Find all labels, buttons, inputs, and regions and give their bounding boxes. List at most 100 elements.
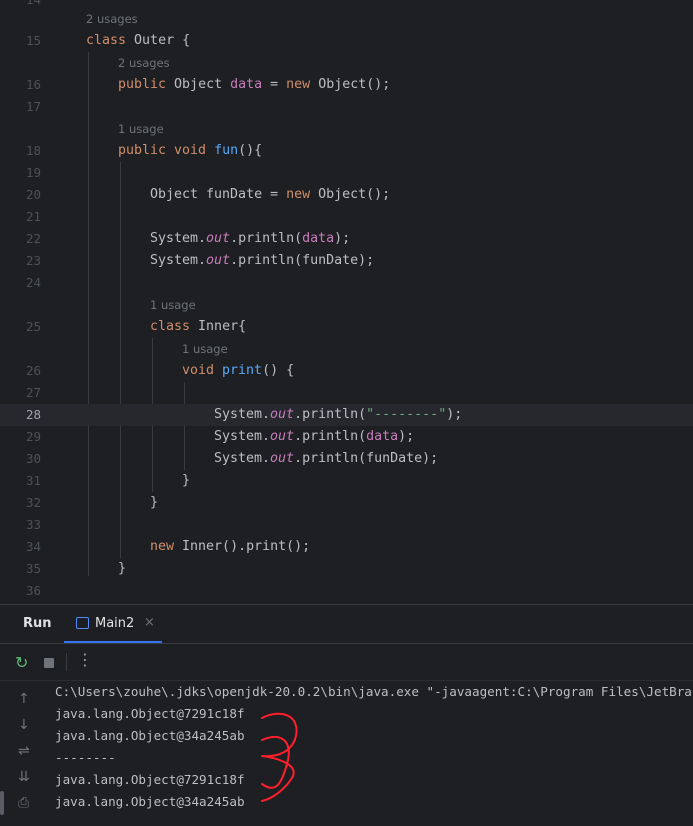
code-line[interactable]: 16 public Object data = new Object(); bbox=[0, 74, 693, 96]
code-token: System. bbox=[214, 451, 271, 466]
code-line[interactable]: 25 class Inner{ bbox=[0, 316, 693, 338]
code-token: new bbox=[286, 77, 319, 92]
line-number: 17 bbox=[25, 99, 41, 114]
code-line[interactable]: 24 bbox=[0, 272, 693, 294]
code-token: fun bbox=[214, 143, 239, 158]
code-token: Object funDate = bbox=[150, 187, 287, 202]
rerun-icon[interactable]: ↻ bbox=[15, 653, 28, 672]
code-line[interactable]: 27 bbox=[0, 382, 693, 404]
code-text: System.out.println(data); bbox=[214, 426, 414, 448]
line-number: 19 bbox=[25, 165, 41, 180]
code-text: } bbox=[182, 470, 190, 492]
code-token: class bbox=[150, 319, 199, 334]
line-number: 32 bbox=[25, 495, 41, 510]
code-token: ); bbox=[398, 429, 415, 444]
code-line[interactable]: 33 bbox=[0, 514, 693, 536]
line-number: 30 bbox=[25, 451, 41, 466]
toolbar-divider bbox=[66, 653, 67, 671]
stop-icon[interactable] bbox=[44, 658, 54, 668]
line-number: 35 bbox=[25, 561, 41, 576]
run-config-icon bbox=[76, 617, 89, 629]
console-output[interactable]: C:\Users\zouhe\.jdks\openjdk-20.0.2\bin\… bbox=[55, 681, 693, 826]
code-line[interactable]: 22 System.out.println(data); bbox=[0, 228, 693, 250]
code-token: (){ bbox=[238, 143, 263, 158]
code-text: public Object data = new Object(); bbox=[118, 74, 390, 96]
code-line[interactable]: 32} bbox=[0, 492, 693, 514]
code-text: System.out.println(data); bbox=[150, 228, 350, 250]
line-number: 31 bbox=[25, 473, 41, 488]
code-text: } bbox=[118, 558, 126, 580]
code-token: out bbox=[206, 231, 231, 246]
code-token: class bbox=[86, 33, 135, 48]
code-line[interactable]: 20 Object funDate = new Object(); bbox=[0, 184, 693, 206]
soft-wrap-icon[interactable]: ⇌ bbox=[18, 743, 30, 759]
code-token: ); bbox=[446, 407, 463, 422]
code-token: } bbox=[150, 495, 159, 510]
usage-hint[interactable]: 1 usage bbox=[182, 338, 228, 360]
code-text: class Outer { bbox=[86, 30, 190, 52]
code-line[interactable]: 30 System.out.println(funDate); bbox=[0, 448, 693, 470]
code-token: .println(funDate); bbox=[230, 253, 375, 268]
line-number: 15 bbox=[25, 33, 41, 48]
run-panel-title: Run bbox=[23, 616, 52, 631]
code-text: System.out.println("--------"); bbox=[214, 404, 462, 426]
scroll-down-icon[interactable]: ↓ bbox=[18, 717, 30, 733]
close-tab-icon[interactable]: × bbox=[144, 615, 155, 630]
run-tool-window: Run Main2 × ↻ ⋮ ↑ ↓ ⇌ ⇊ ⎙ C:\Users\zouhe… bbox=[0, 604, 693, 826]
line-number: 29 bbox=[25, 429, 41, 444]
code-token: .println( bbox=[294, 407, 367, 422]
code-token: new bbox=[286, 187, 319, 202]
code-line[interactable]: 35} bbox=[0, 558, 693, 580]
line-number: 27 bbox=[25, 385, 41, 400]
more-options-icon[interactable]: ⋮ bbox=[77, 650, 93, 669]
code-line[interactable]: 17 bbox=[0, 96, 693, 118]
code-token: data bbox=[230, 77, 263, 92]
code-line[interactable]: 15 class Outer { bbox=[0, 30, 693, 52]
usage-hint[interactable]: 1 usage bbox=[150, 294, 196, 316]
code-token: Object(); bbox=[318, 77, 391, 92]
code-token: void bbox=[182, 363, 223, 378]
usage-hint[interactable]: 2 usages bbox=[118, 52, 170, 74]
code-line[interactable]: 28 System.out.println("--------"); bbox=[0, 404, 693, 426]
console-line: java.lang.Object@7291c18f bbox=[55, 706, 245, 721]
code-line[interactable]: 19 bbox=[0, 162, 693, 184]
scroll-up-icon[interactable]: ↑ bbox=[18, 691, 30, 707]
code-line[interactable]: 34 new Inner().print(); bbox=[0, 536, 693, 558]
tab-label: Main2 bbox=[95, 616, 135, 631]
run-toolbar: ↻ ⋮ bbox=[0, 644, 693, 681]
code-text: void print() { bbox=[182, 360, 294, 382]
line-number: 21 bbox=[25, 209, 41, 224]
code-text: public void fun(){ bbox=[118, 140, 262, 162]
run-header: Run Main2 × bbox=[0, 605, 693, 644]
usage-hint[interactable]: 2 usages bbox=[86, 8, 138, 30]
line-number: 33 bbox=[25, 517, 41, 532]
code-line[interactable]: 23 System.out.println(funDate); bbox=[0, 250, 693, 272]
scrollbar-thumb[interactable] bbox=[0, 791, 4, 815]
tab-main2[interactable]: Main2 × bbox=[64, 605, 162, 643]
code-token: new bbox=[150, 539, 183, 554]
code-token: .println( bbox=[230, 231, 303, 246]
usage-hint[interactable]: 1 usage bbox=[118, 118, 164, 140]
line-number: 23 bbox=[25, 253, 41, 268]
code-token: ); bbox=[334, 231, 351, 246]
print-icon[interactable]: ⎙ bbox=[18, 795, 29, 811]
code-line[interactable]: 36 bbox=[0, 580, 693, 602]
code-editor[interactable]: 142 usages15class Outer {2 usages16publi… bbox=[0, 0, 693, 604]
code-token: out bbox=[270, 451, 295, 466]
code-line[interactable]: 26 void print() { bbox=[0, 360, 693, 382]
code-token: System. bbox=[214, 429, 271, 444]
code-text: Object funDate = new Object(); bbox=[150, 184, 390, 206]
line-number: 34 bbox=[25, 539, 41, 554]
code-token: Outer { bbox=[134, 33, 191, 48]
code-token: () { bbox=[262, 363, 295, 378]
line-number: 16 bbox=[25, 77, 41, 92]
code-text: class Inner{ bbox=[150, 316, 246, 338]
line-number: 36 bbox=[25, 583, 41, 598]
console-line: C:\Users\zouhe\.jdks\openjdk-20.0.2\bin\… bbox=[55, 684, 693, 699]
code-line[interactable]: 29 System.out.println(data); bbox=[0, 426, 693, 448]
scroll-to-end-icon[interactable]: ⇊ bbox=[18, 769, 30, 785]
code-line[interactable]: 31} bbox=[0, 470, 693, 492]
line-number: 24 bbox=[25, 275, 41, 290]
code-line[interactable]: 18 public void fun(){ bbox=[0, 140, 693, 162]
code-line[interactable]: 21 bbox=[0, 206, 693, 228]
